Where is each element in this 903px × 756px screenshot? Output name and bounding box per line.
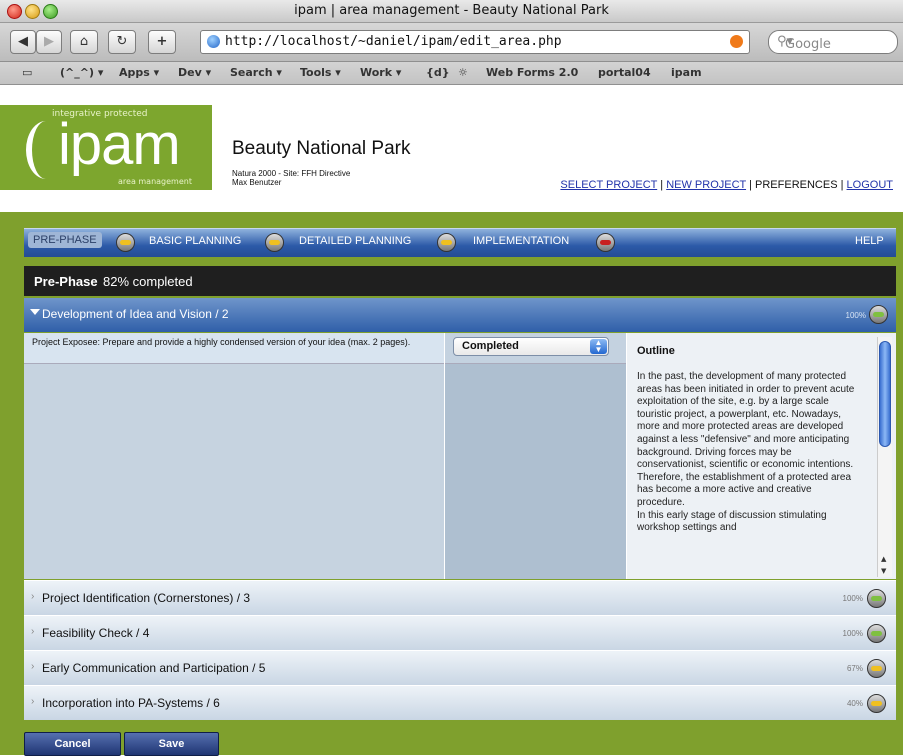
page-title: Beauty National Park	[232, 138, 411, 159]
bookmark-tools[interactable]: Tools ▾	[300, 66, 341, 79]
bookmark-search[interactable]: Search ▾	[230, 66, 282, 79]
detailed-planning-status-icon	[437, 233, 456, 252]
search-placeholder: ⚲▾ Google	[777, 34, 831, 52]
section-title: Development of Idea and Vision / 2	[42, 307, 229, 321]
bookmark-web-forms[interactable]: Web Forms 2.0	[486, 66, 578, 79]
page-header: integrative protected ipam area manageme…	[0, 85, 903, 212]
section-project-identification[interactable]: › Project Identification (Cornerstones) …	[24, 580, 896, 615]
section-status-icon	[867, 694, 886, 713]
outline-heading: Outline	[637, 345, 675, 357]
forward-icon[interactable]: ▶	[36, 30, 62, 54]
task-column: Project Exposee: Prepare and provide a h…	[24, 333, 444, 579]
bookmark-dev[interactable]: Dev ▾	[178, 66, 211, 79]
outline-scrollbar[interactable]: ▲ ▼	[877, 337, 892, 577]
save-button[interactable]: Save	[124, 732, 219, 756]
section-percent: 67%	[846, 664, 863, 673]
window-title: ipam | area management - Beauty National…	[294, 3, 609, 18]
section-feasibility-check[interactable]: › Feasibility Check / 4 100%	[24, 615, 896, 650]
select-project-link[interactable]: SELECT PROJECT	[560, 179, 657, 191]
tab-help[interactable]: HELP	[855, 235, 884, 247]
section-title: Feasibility Check / 4	[42, 626, 150, 640]
logo-name: ipam	[58, 112, 181, 177]
implementation-status-icon	[596, 233, 615, 252]
scrollbar-thumb[interactable]	[879, 341, 891, 447]
collapsed-chevron-icon: ›	[31, 626, 35, 637]
link-separator: |	[660, 179, 664, 191]
section-status-icon	[867, 589, 886, 608]
bookmark-ipam[interactable]: ipam	[671, 66, 702, 79]
task-row: Project Exposee: Prepare and provide a h…	[24, 333, 444, 364]
status-select[interactable]: Completed ▲ ▼	[453, 337, 609, 356]
site-info: Natura 2000 - Site: FFH Directive	[232, 169, 351, 178]
section-percent: 40%	[846, 699, 863, 708]
section-title: Incorporation into PA-Systems / 6	[42, 696, 220, 710]
collapsed-chevron-icon: ›	[31, 696, 35, 707]
bookmark-work[interactable]: Work ▾	[360, 66, 401, 79]
link-separator: |	[840, 179, 844, 191]
logout-link[interactable]: LOGOUT	[847, 179, 893, 191]
tab-pre-phase[interactable]: PRE-PHASE	[28, 232, 102, 248]
bookmark-d[interactable]: {d}	[426, 66, 450, 79]
ipam-logo[interactable]: integrative protected ipam area manageme…	[0, 105, 212, 190]
task-description: Project Exposee: Prepare and provide a h…	[32, 337, 411, 347]
tab-detailed-planning[interactable]: DETAILED PLANNING	[299, 235, 411, 247]
bookmark-portal04[interactable]: portal04	[598, 66, 651, 79]
back-icon[interactable]: ◀	[10, 30, 36, 54]
select-arrows-icon: ▲ ▼	[590, 339, 607, 354]
reload-icon[interactable]: ↻	[108, 30, 136, 54]
bookmark-apps[interactable]: Apps ▾	[119, 66, 159, 79]
new-project-link[interactable]: NEW PROJECT	[666, 179, 746, 191]
search-input[interactable]: ⚲▾ Google	[768, 30, 898, 54]
tab-basic-planning[interactable]: BASIC PLANNING	[149, 235, 241, 247]
cancel-button[interactable]: Cancel	[24, 732, 121, 756]
section-incorporation-pa-systems[interactable]: › Incorporation into PA-Systems / 6 40%	[24, 685, 896, 720]
section-title: Project Identification (Cornerstones) / …	[42, 591, 251, 605]
scroll-up-icon[interactable]: ▲	[881, 555, 886, 563]
header-links: SELECT PROJECT | NEW PROJECT | PREFERENC…	[560, 179, 893, 191]
section-status-icon	[869, 305, 888, 324]
user-name: Max Benutzer	[232, 178, 282, 187]
section-percent: 100%	[842, 594, 863, 603]
collapsed-chevron-icon: ›	[31, 591, 35, 602]
section-status-icon	[867, 659, 886, 678]
section-development-of-idea[interactable]: Development of Idea and Vision / 2 100%	[24, 298, 896, 332]
phase-progress-bar: Pre-Phase 82% completed	[24, 266, 896, 296]
url-text: http://localhost/~daniel/ipam/edit_area.…	[225, 34, 562, 49]
bookmarks-book-icon[interactable]: ▭	[22, 66, 32, 79]
tab-implementation[interactable]: IMPLEMENTATION	[473, 235, 569, 247]
bookmark-sun[interactable]: ☼	[458, 66, 468, 79]
logo-subtitle: area management	[118, 177, 192, 186]
browser-toolbar: ◀ ▶ ⌂ ↻ + http://localhost/~daniel/ipam/…	[0, 23, 903, 62]
site-favicon-icon	[207, 35, 220, 48]
section-percent: 100%	[842, 629, 863, 638]
pre-phase-status-icon	[116, 233, 135, 252]
phase-completion: 82% completed	[103, 274, 193, 289]
home-icon[interactable]: ⌂	[70, 30, 98, 54]
bookmarks-bar: ▭ (^_^) ▾ Apps ▾ Dev ▾ Search ▾ Tools ▾ …	[0, 62, 903, 85]
section-percent: 100%	[845, 311, 866, 320]
outline-text: In the past, the development of many pro…	[637, 371, 855, 534]
section-status-icon	[867, 624, 886, 643]
add-bookmark-icon[interactable]: +	[148, 30, 176, 54]
section-content: Project Exposee: Prepare and provide a h…	[24, 333, 896, 579]
phase-name: Pre-Phase	[34, 274, 98, 289]
bookmark-smiley[interactable]: (^_^) ▾	[60, 66, 103, 79]
status-row: Completed ▲ ▼	[445, 333, 626, 364]
section-title: Early Communication and Participation / …	[42, 661, 266, 675]
section-early-communication[interactable]: › Early Communication and Participation …	[24, 650, 896, 685]
status-column: Completed ▲ ▼	[445, 333, 626, 579]
rss-feed-icon[interactable]	[730, 35, 743, 48]
status-select-value: Completed	[462, 340, 519, 352]
phase-tabs: PRE-PHASE BASIC PLANNING DETAILED PLANNI…	[24, 228, 896, 257]
expanded-arrow-icon	[30, 309, 40, 315]
outline-panel: Outline In the past, the development of …	[627, 333, 896, 579]
basic-planning-status-icon	[265, 233, 284, 252]
link-separator: |	[749, 179, 752, 191]
window-title-bar: ipam | area management - Beauty National…	[0, 0, 903, 23]
collapsed-chevron-icon: ›	[31, 661, 35, 672]
address-bar[interactable]: http://localhost/~daniel/ipam/edit_area.…	[200, 30, 750, 54]
scroll-down-icon[interactable]: ▼	[881, 567, 886, 575]
preferences-link[interactable]: PREFERENCES	[755, 179, 838, 191]
